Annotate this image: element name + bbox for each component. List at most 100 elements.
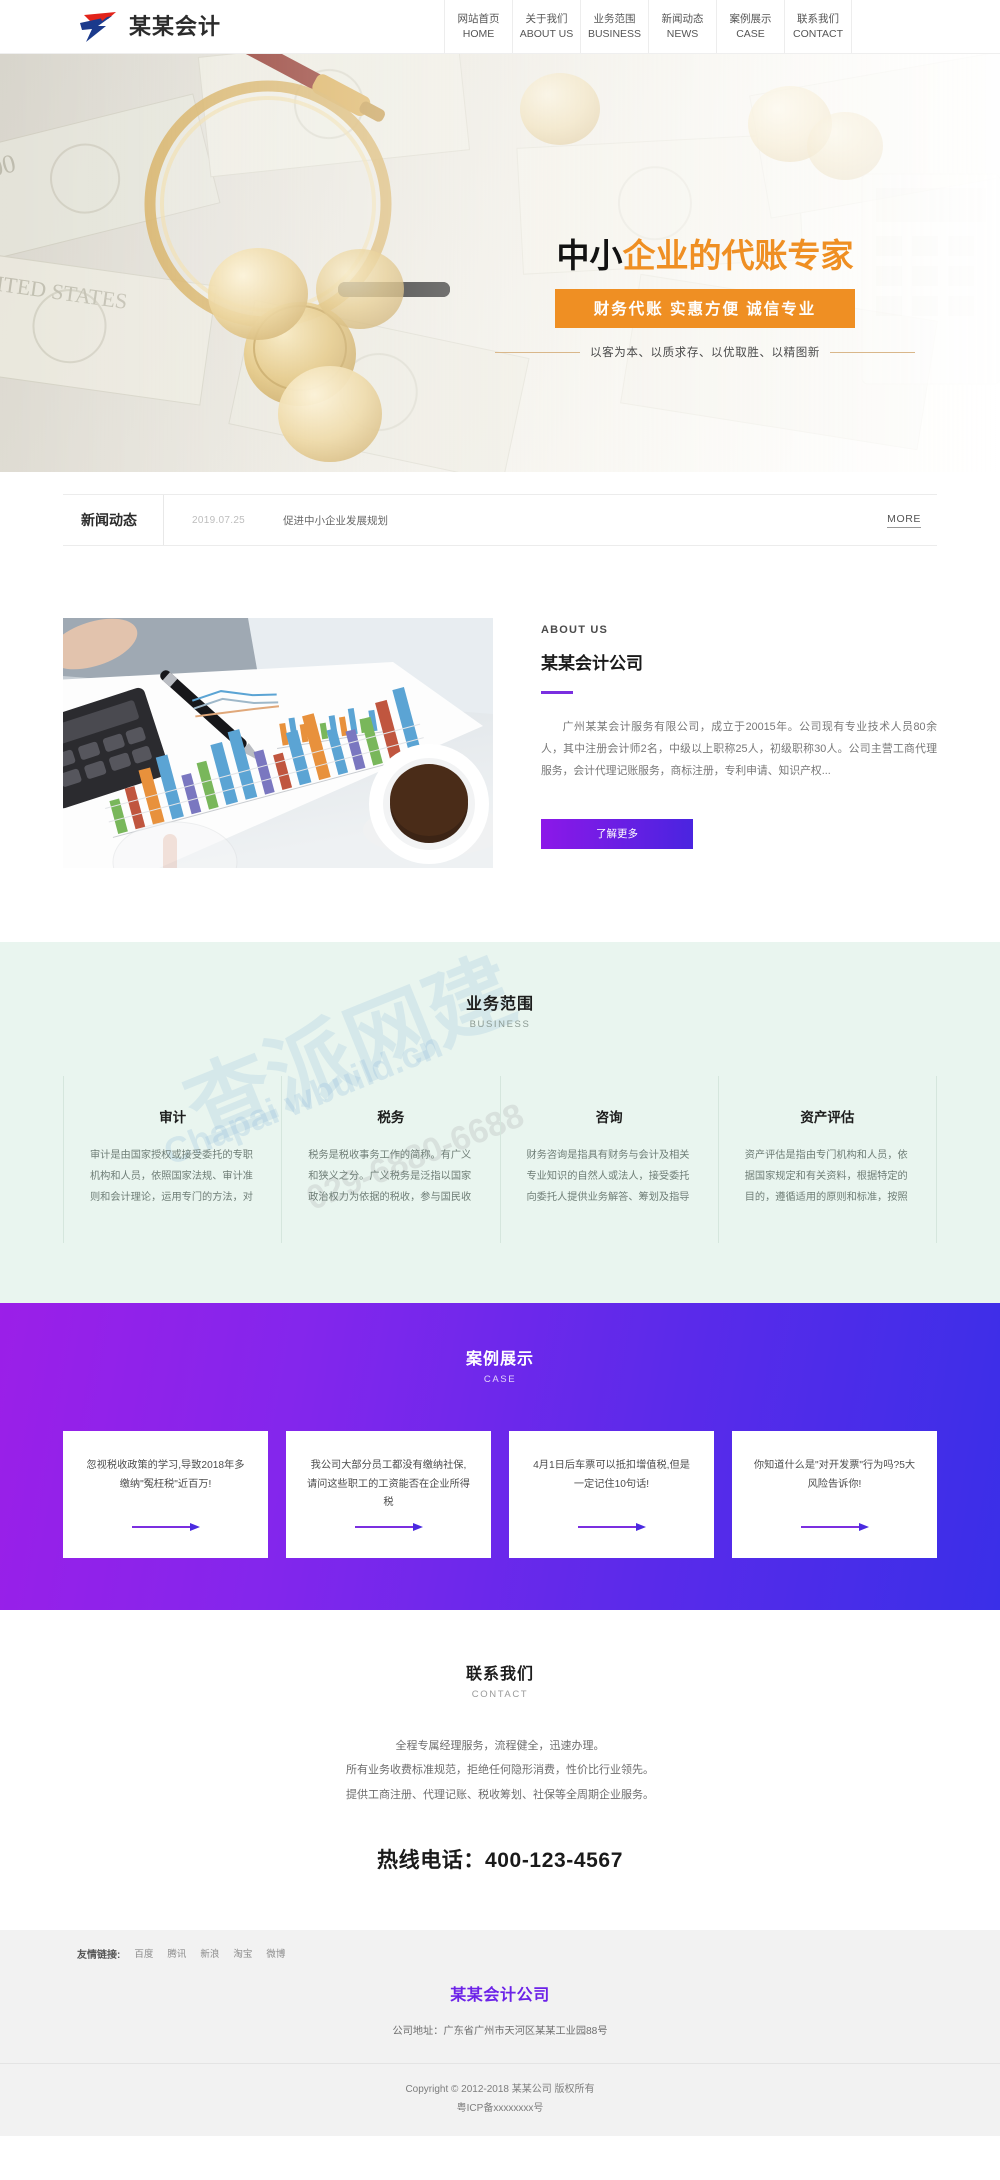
business-card-tax[interactable]: 税务 税务是税收事务工作的简称。有广义和狭义之分。广义税务是泛指以国家政治权力为… [281, 1076, 499, 1243]
arrow-right-icon [577, 1522, 646, 1531]
case-title-en: CASE [483, 1373, 517, 1385]
news-more-link[interactable]: MORE [887, 513, 921, 528]
nav-label-en: ABOUT US [519, 27, 574, 40]
business-title-en: BUSINESS [469, 1019, 531, 1030]
about-inner: ABOUT US 某某会计公司 广州某某会计服务有限公司，成立于20015年。公… [63, 618, 937, 868]
case-card-grid: 忽视税收政策的学习,导致2018年多缴纳"冤枉税"近百万! 我公司大部分员工都没… [63, 1430, 937, 1558]
about-body-text: 广州某某会计服务有限公司，成立于20015年。公司现有专业技术人员80余人，其中… [541, 721, 937, 778]
business-card-title: 审计 [159, 1110, 187, 1125]
footer-copyright: Copyright © 2012-2018 某某公司 版权所有 [405, 2083, 595, 2095]
footer-company-name: 某某会计公司 [450, 1986, 550, 2004]
case-card-text: 你知道什么是"对开发票"行为吗?5大风险告诉你! [753, 1459, 916, 1490]
business-card-desc: 财务咨询是指具有财务与会计及相关专业知识的自然人或法人，接受委托向委托人提供业务… [526, 1150, 690, 1203]
case-section: 案例展示 CASE 忽视税收政策的学习,导致2018年多缴纳"冤枉税"近百万! … [0, 1302, 1000, 1610]
business-card-asset-valuation[interactable]: 资产评估 资产评估是指由专门机构和人员，依据国家规定和有关资料，根据特定的目的，… [717, 1076, 937, 1243]
footer-company-block: 某某会计公司 公司地址：广东省广州市天河区某某工业园88号 [0, 1975, 1000, 2063]
site-footer: 友情链接: 百度 腾讯 新浪 淘宝 微博 某某会计公司 公司地址：广东省广州市天… [0, 1929, 1000, 2136]
nav-item-about[interactable]: 关于我们 ABOUT US [512, 0, 580, 53]
arrow-right-icon [800, 1522, 869, 1531]
friendly-link-sina[interactable]: 新浪 [200, 1946, 219, 1960]
contact-line: 全程专属经理服务，流程健全，迅速办理。 [395, 1739, 605, 1752]
news-headline-link[interactable]: 促进中小企业发展规划 [283, 513, 388, 528]
friendly-links-label: 友情链接: [77, 1949, 121, 1961]
logo-text: 某某会计 [129, 13, 222, 39]
hero-slogan-row: 以客为本、以质求存、以优取胜、以精图新 [495, 344, 915, 360]
friendly-link-weibo[interactable]: 微博 [266, 1946, 285, 1960]
contact-title-en: CONTACT [471, 1688, 529, 1700]
business-card-desc: 审计是由国家授权或接受委托的专职机构和人员，依照国家法规、审计准则和会计理论，运… [90, 1150, 253, 1203]
contact-description: 全程专属经理服务，流程健全，迅速办理。 所有业务收费标准规范，拒绝任何隐形消费，… [0, 1734, 1000, 1808]
about-section: ABOUT US 某某会计公司 广州某某会计服务有限公司，成立于20015年。公… [0, 546, 1000, 942]
case-title-cn: 案例展示 [465, 1350, 534, 1368]
main-nav: 网站首页 HOME 关于我们 ABOUT US 业务范围 BUSINESS 新闻… [444, 0, 852, 53]
friendly-links: 友情链接: 百度 腾讯 新浪 淘宝 微博 [63, 1946, 937, 1975]
about-accent-rule [541, 691, 573, 694]
business-card-title: 咨询 [595, 1110, 623, 1125]
hero-slogan: 以客为本、以质求存、以优取胜、以精图新 [590, 347, 820, 359]
arrow-right-icon [131, 1522, 200, 1531]
business-section: 查派网建 Chapai wbuild.cn 029-6880-6688 业务范围… [0, 942, 1000, 1303]
business-card-grid: 审计 审计是由国家授权或接受委托的专职机构和人员，依照国家法规、审计准则和会计理… [63, 1076, 937, 1243]
contact-line: 所有业务收费标准规范，拒绝任何隐形消费，性价比行业领先。 [346, 1764, 654, 1777]
business-card-desc: 税务是税收事务工作的简称。有广义和狭义之分。广义税务是泛指以国家政治权力为依据的… [308, 1150, 472, 1203]
business-title-cn: 业务范围 [465, 996, 534, 1013]
business-heading: 业务范围 BUSINESS [0, 990, 1000, 1030]
nav-item-news[interactable]: 新闻动态 NEWS [648, 0, 716, 53]
business-card-consulting[interactable]: 咨询 财务咨询是指具有财务与会计及相关专业知识的自然人或法人，接受委托向委托人提… [499, 1076, 718, 1243]
about-text-column: ABOUT US 某某会计公司 广州某某会计服务有限公司，成立于20015年。公… [541, 618, 937, 868]
hero-divider-left [495, 351, 581, 353]
news-date: 2019.07.25 [192, 514, 246, 526]
nav-item-case[interactable]: 案例展示 CASE [716, 0, 784, 53]
contact-hotline: 热线电话：400-123-4567 [377, 1848, 623, 1872]
contact-heading: 联系我们 CONTACT [0, 1660, 1000, 1700]
about-image [63, 618, 493, 868]
news-bar: 新闻动态 2019.07.25 促进中小企业发展规划 MORE [63, 494, 937, 546]
case-card[interactable]: 你知道什么是"对开发票"行为吗?5大风险告诉你! [732, 1430, 937, 1558]
nav-label-en: CONTACT [793, 27, 843, 40]
about-more-button[interactable]: 了解更多 [541, 818, 693, 849]
friendly-link-baidu[interactable]: 百度 [134, 1946, 153, 1960]
contact-section: 联系我们 CONTACT 全程专属经理服务，流程健全，迅速办理。 所有业务收费标… [0, 1609, 1000, 1930]
contact-line: 提供工商注册、代理记账、税收筹划、社保等全周期企业服务。 [346, 1789, 654, 1802]
arrow-right-icon [354, 1522, 423, 1531]
friendly-link-tencent[interactable]: 腾讯 [167, 1946, 186, 1960]
about-en-title: ABOUT US [541, 624, 609, 636]
case-card[interactable]: 4月1日后车票可以抵扣增值税,但是一定记住10句话! [509, 1430, 714, 1558]
business-card-audit[interactable]: 审计 审计是由国家授权或接受委托的专职机构和人员，依照国家法规、审计准则和会计理… [63, 1076, 281, 1243]
nav-label-en: NEWS [666, 27, 699, 40]
nav-label-cn: 网站首页 [457, 13, 500, 26]
business-card-title: 税务 [377, 1110, 405, 1125]
case-card-text: 4月1日后车票可以抵扣增值税,但是一定记住10句话! [533, 1459, 690, 1490]
nav-label-cn: 关于我们 [525, 13, 568, 26]
nav-label-cn: 业务范围 [593, 13, 636, 26]
case-card[interactable]: 我公司大部分员工都没有缴纳社保,请问这些职工的工资能否在企业所得税 [286, 1430, 491, 1558]
about-cn-title: 某某会计公司 [541, 654, 643, 673]
nav-label-cn: 案例展示 [729, 13, 772, 26]
swoosh-logo-icon [80, 11, 116, 42]
footer-icp[interactable]: 粤ICP备xxxxxxxx号 [0, 2099, 1000, 2118]
business-card-desc: 资产评估是指由专门机构和人员，依据国家规定和有关资料，根据特定的目的，遵循适用的… [744, 1150, 908, 1203]
nav-label-en: BUSINESS [587, 27, 642, 40]
hero-subtitle: 财务代账 实惠方便 诚信专业 [555, 289, 855, 328]
footer-address: 公司地址：广东省广州市天河区某某工业园88号 [392, 2025, 608, 2037]
hero-title: 中小企业的代账专家 [490, 239, 920, 272]
case-card-text: 忽视税收政策的学习,导致2018年多缴纳"冤枉税"近百万! [86, 1459, 245, 1490]
friendly-link-taobao[interactable]: 淘宝 [233, 1946, 252, 1960]
nav-label-cn: 联系我们 [797, 13, 839, 26]
logo[interactable]: 某某会计 [0, 0, 221, 53]
business-card-title: 资产评估 [800, 1110, 855, 1125]
hero-content: 中小企业的代账专家 财务代账 实惠方便 诚信专业 以客为本、以质求存、以优取胜、… [490, 239, 920, 360]
nav-item-home[interactable]: 网站首页 HOME [444, 0, 512, 53]
nav-label-en: HOME [462, 27, 495, 40]
site-header: 某某会计 网站首页 HOME 关于我们 ABOUT US 业务范围 BUSINE… [0, 0, 1000, 54]
contact-title-cn: 联系我们 [465, 1665, 534, 1683]
case-card-text: 我公司大部分员工都没有缴纳社保,请问这些职工的工资能否在企业所得税 [307, 1459, 470, 1509]
nav-label-cn: 新闻动态 [661, 13, 704, 26]
case-card[interactable]: 忽视税收政策的学习,导致2018年多缴纳"冤枉税"近百万! [63, 1430, 268, 1558]
nav-item-contact[interactable]: 联系我们 CONTACT [784, 0, 852, 53]
hero-divider-right [829, 351, 915, 353]
news-label: 新闻动态 [63, 495, 164, 545]
hero-title-dark: 中小 [556, 237, 623, 274]
nav-item-business[interactable]: 业务范围 BUSINESS [580, 0, 648, 53]
footer-legal: Copyright © 2012-2018 某某公司 版权所有 粤ICP备xxx… [0, 2062, 1000, 2136]
